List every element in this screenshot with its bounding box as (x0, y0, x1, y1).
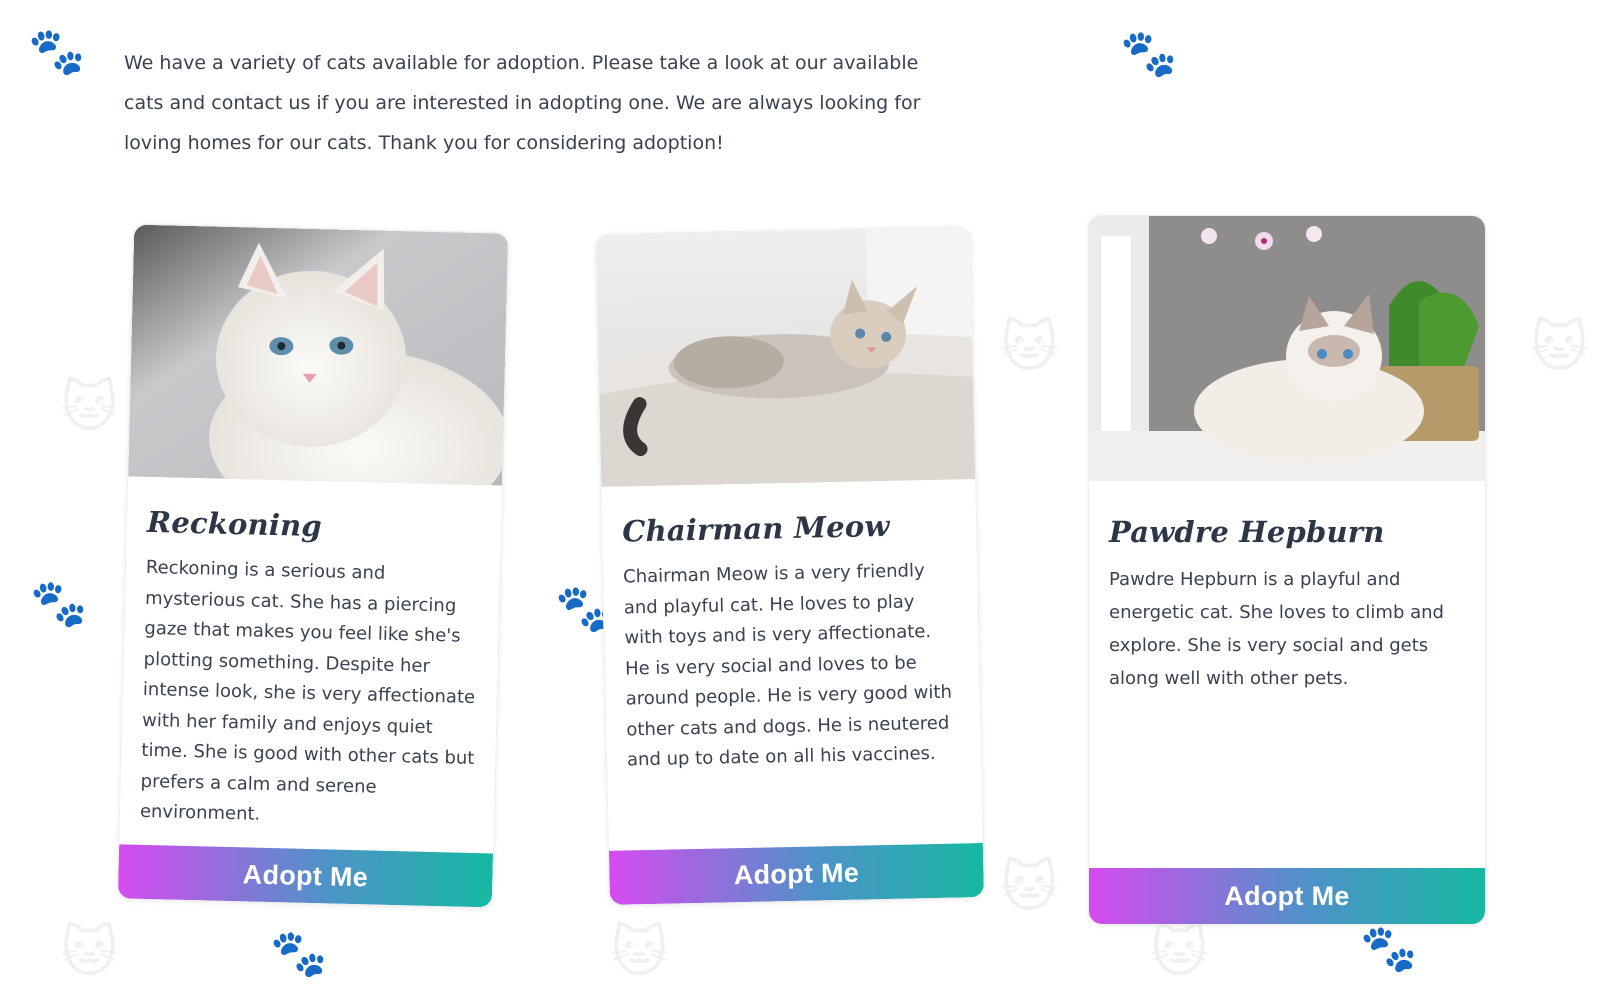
cat-description: Pawdre Hepburn is a playful and energeti… (1109, 569, 1444, 689)
paw-print-icon: 🐾 (28, 24, 86, 78)
paw-print-icon: 🐾 (1120, 26, 1178, 80)
cat-card: Chairman Meow Chairman Meow is a very fr… (595, 226, 985, 906)
cat-face-icon: 🐱 (610, 920, 669, 985)
adopt-me-button[interactable]: Adopt Me (1089, 868, 1485, 924)
cat-name: Chairman Meow (621, 508, 890, 549)
paw-print-icon: 🐾 (30, 576, 88, 630)
cat-description: Reckoning is a serious and mysterious ca… (139, 556, 476, 825)
paw-print-icon: 🐾 (1360, 921, 1418, 975)
cat-name: Reckoning (146, 504, 323, 544)
cat-face-icon: 🐱 (60, 375, 119, 440)
cat-photo (128, 224, 509, 486)
cat-face-icon: 🐱 (60, 920, 119, 985)
cat-face-icon: 🐱 (1000, 855, 1059, 920)
cat-face-icon: 🐱 (1000, 315, 1059, 380)
intro-text: We have a variety of cats available for … (124, 52, 921, 154)
cat-face-icon: 🐱 (1150, 920, 1209, 985)
adopt-me-button[interactable]: Adopt Me (117, 844, 494, 908)
adopt-me-button[interactable]: Adopt Me (608, 843, 984, 905)
cat-face-icon: 🐱 (1530, 315, 1589, 380)
cat-card: Pawdre Hepburn Pawdre Hepburn is a playf… (1088, 215, 1486, 925)
cat-photo (596, 227, 976, 487)
cat-card: Reckoning Reckoning is a serious and mys… (116, 223, 510, 909)
cat-description: Chairman Meow is a very friendly and pla… (622, 560, 953, 771)
cat-photo (1089, 216, 1485, 481)
paw-print-icon: 🐾 (270, 926, 328, 980)
cat-name: Pawdre Hepburn (1109, 515, 1385, 549)
